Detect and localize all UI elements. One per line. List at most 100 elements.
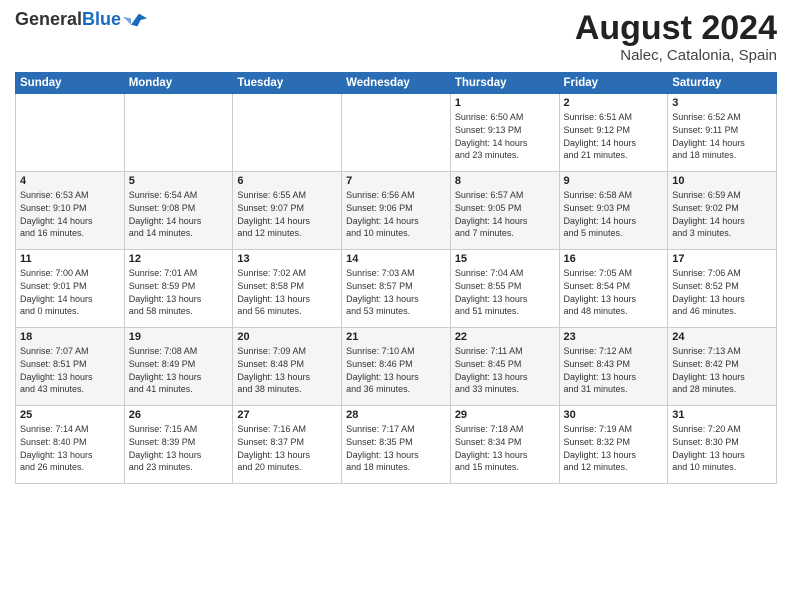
day-number: 3	[672, 97, 772, 109]
day-info: Sunrise: 6:59 AM Sunset: 9:02 PM Dayligh…	[672, 189, 772, 239]
day-number: 14	[346, 253, 446, 265]
calendar-cell: 19 Sunrise: 7:08 AM Sunset: 8:49 PM Dayli…	[124, 328, 233, 406]
calendar-cell: 3 Sunrise: 6:52 AM Sunset: 9:11 PM Daylig…	[668, 94, 777, 172]
day-info: Sunrise: 7:20 AM Sunset: 8:30 PM Dayligh…	[672, 423, 772, 473]
day-info: Sunrise: 7:15 AM Sunset: 8:39 PM Dayligh…	[129, 423, 229, 473]
calendar-cell: 14 Sunrise: 7:03 AM Sunset: 8:57 PM Dayli…	[342, 250, 451, 328]
logo-general-text: General	[15, 9, 82, 29]
calendar-cell: 12 Sunrise: 7:01 AM Sunset: 8:59 PM Dayli…	[124, 250, 233, 328]
day-number: 19	[129, 331, 229, 343]
day-number: 16	[564, 253, 664, 265]
day-info: Sunrise: 6:52 AM Sunset: 9:11 PM Dayligh…	[672, 111, 772, 161]
logo-bird-icon	[123, 10, 147, 30]
header-row: SundayMondayTuesdayWednesdayThursdayFrid…	[16, 73, 777, 94]
calendar-cell	[342, 94, 451, 172]
day-number: 13	[237, 253, 337, 265]
day-number: 21	[346, 331, 446, 343]
day-number: 28	[346, 409, 446, 421]
calendar-cell: 29 Sunrise: 7:18 AM Sunset: 8:34 PM Dayli…	[450, 406, 559, 484]
calendar-cell: 4 Sunrise: 6:53 AM Sunset: 9:10 PM Daylig…	[16, 172, 125, 250]
calendar-cell: 10 Sunrise: 6:59 AM Sunset: 9:02 PM Dayli…	[668, 172, 777, 250]
calendar-page: GeneralBlue August 2024 Nalec, Catalonia…	[0, 0, 792, 612]
calendar-table: SundayMondayTuesdayWednesdayThursdayFrid…	[15, 72, 777, 484]
day-info: Sunrise: 7:13 AM Sunset: 8:42 PM Dayligh…	[672, 345, 772, 395]
day-info: Sunrise: 7:01 AM Sunset: 8:59 PM Dayligh…	[129, 267, 229, 317]
day-number: 1	[455, 97, 555, 109]
calendar-cell: 2 Sunrise: 6:51 AM Sunset: 9:12 PM Daylig…	[559, 94, 668, 172]
day-number: 31	[672, 409, 772, 421]
calendar-cell: 21 Sunrise: 7:10 AM Sunset: 8:46 PM Dayli…	[342, 328, 451, 406]
calendar-cell: 23 Sunrise: 7:12 AM Sunset: 8:43 PM Dayli…	[559, 328, 668, 406]
day-header-tuesday: Tuesday	[233, 73, 342, 94]
calendar-cell: 8Sunrise: 6:57 AM Sunset: 9:05 PM Daylig…	[450, 172, 559, 250]
day-info: Sunrise: 7:11 AM Sunset: 8:45 PM Dayligh…	[455, 345, 555, 395]
day-number: 23	[564, 331, 664, 343]
day-info: Sunrise: 7:18 AM Sunset: 8:34 PM Dayligh…	[455, 423, 555, 473]
day-header-sunday: Sunday	[16, 73, 125, 94]
day-info: Sunrise: 7:05 AM Sunset: 8:54 PM Dayligh…	[564, 267, 664, 317]
day-info: Sunrise: 7:09 AM Sunset: 8:48 PM Dayligh…	[237, 345, 337, 395]
day-number: 29	[455, 409, 555, 421]
day-info: Sunrise: 7:17 AM Sunset: 8:35 PM Dayligh…	[346, 423, 446, 473]
day-number: 24	[672, 331, 772, 343]
title-block: August 2024 Nalec, Catalonia, Spain	[575, 10, 777, 64]
calendar-cell: 13Sunrise: 7:02 AM Sunset: 8:58 PM Dayli…	[233, 250, 342, 328]
calendar-cell: 22Sunrise: 7:11 AM Sunset: 8:45 PM Dayli…	[450, 328, 559, 406]
day-info: Sunrise: 6:57 AM Sunset: 9:05 PM Dayligh…	[455, 189, 555, 239]
day-info: Sunrise: 7:19 AM Sunset: 8:32 PM Dayligh…	[564, 423, 664, 473]
day-header-wednesday: Wednesday	[342, 73, 451, 94]
calendar-cell	[233, 94, 342, 172]
day-number: 6	[237, 175, 337, 187]
day-number: 12	[129, 253, 229, 265]
day-info: Sunrise: 7:08 AM Sunset: 8:49 PM Dayligh…	[129, 345, 229, 395]
day-number: 26	[129, 409, 229, 421]
day-info: Sunrise: 7:04 AM Sunset: 8:55 PM Dayligh…	[455, 267, 555, 317]
day-info: Sunrise: 6:53 AM Sunset: 9:10 PM Dayligh…	[20, 189, 120, 239]
day-number: 27	[237, 409, 337, 421]
location-title: Nalec, Catalonia, Spain	[575, 47, 777, 64]
day-info: Sunrise: 7:03 AM Sunset: 8:57 PM Dayligh…	[346, 267, 446, 317]
day-number: 4	[20, 175, 120, 187]
calendar-cell: 30 Sunrise: 7:19 AM Sunset: 8:32 PM Dayli…	[559, 406, 668, 484]
calendar-cell: 27 Sunrise: 7:16 AM Sunset: 8:37 PM Dayli…	[233, 406, 342, 484]
day-info: Sunrise: 7:00 AM Sunset: 9:01 PM Dayligh…	[20, 267, 120, 317]
day-info: Sunrise: 6:55 AM Sunset: 9:07 PM Dayligh…	[237, 189, 337, 239]
calendar-cell: 6 Sunrise: 6:55 AM Sunset: 9:07 PM Daylig…	[233, 172, 342, 250]
day-info: Sunrise: 6:51 AM Sunset: 9:12 PM Dayligh…	[564, 111, 664, 161]
calendar-cell: 17 Sunrise: 7:06 AM Sunset: 8:52 PM Dayli…	[668, 250, 777, 328]
day-number: 30	[564, 409, 664, 421]
day-info: Sunrise: 7:16 AM Sunset: 8:37 PM Dayligh…	[237, 423, 337, 473]
logo: GeneralBlue	[15, 10, 147, 30]
day-number: 10	[672, 175, 772, 187]
day-number: 25	[20, 409, 120, 421]
day-number: 15	[455, 253, 555, 265]
calendar-cell: 24 Sunrise: 7:13 AM Sunset: 8:42 PM Dayli…	[668, 328, 777, 406]
day-number: 11	[20, 253, 120, 265]
week-row-4: 18Sunrise: 7:07 AM Sunset: 8:51 PM Dayli…	[16, 328, 777, 406]
logo-blue-text: Blue	[82, 9, 121, 29]
header: GeneralBlue August 2024 Nalec, Catalonia…	[15, 10, 777, 64]
week-row-1: 1Sunrise: 6:50 AM Sunset: 9:13 PM Daylig…	[16, 94, 777, 172]
calendar-cell: 28 Sunrise: 7:17 AM Sunset: 8:35 PM Dayli…	[342, 406, 451, 484]
calendar-cell: 16 Sunrise: 7:05 AM Sunset: 8:54 PM Dayli…	[559, 250, 668, 328]
day-info: Sunrise: 6:56 AM Sunset: 9:06 PM Dayligh…	[346, 189, 446, 239]
day-info: Sunrise: 6:54 AM Sunset: 9:08 PM Dayligh…	[129, 189, 229, 239]
day-info: Sunrise: 6:58 AM Sunset: 9:03 PM Dayligh…	[564, 189, 664, 239]
calendar-cell: 7Sunrise: 6:56 AM Sunset: 9:06 PM Daylig…	[342, 172, 451, 250]
day-info: Sunrise: 7:10 AM Sunset: 8:46 PM Dayligh…	[346, 345, 446, 395]
day-header-thursday: Thursday	[450, 73, 559, 94]
day-number: 17	[672, 253, 772, 265]
day-info: Sunrise: 7:07 AM Sunset: 8:51 PM Dayligh…	[20, 345, 120, 395]
calendar-cell: 5Sunrise: 6:54 AM Sunset: 9:08 PM Daylig…	[124, 172, 233, 250]
day-info: Sunrise: 7:06 AM Sunset: 8:52 PM Dayligh…	[672, 267, 772, 317]
calendar-cell: 9Sunrise: 6:58 AM Sunset: 9:03 PM Daylig…	[559, 172, 668, 250]
week-row-2: 4 Sunrise: 6:53 AM Sunset: 9:10 PM Daylig…	[16, 172, 777, 250]
day-number: 2	[564, 97, 664, 109]
day-header-friday: Friday	[559, 73, 668, 94]
day-number: 20	[237, 331, 337, 343]
day-info: Sunrise: 7:14 AM Sunset: 8:40 PM Dayligh…	[20, 423, 120, 473]
calendar-cell: 18Sunrise: 7:07 AM Sunset: 8:51 PM Dayli…	[16, 328, 125, 406]
calendar-cell	[124, 94, 233, 172]
day-header-saturday: Saturday	[668, 73, 777, 94]
day-info: Sunrise: 7:12 AM Sunset: 8:43 PM Dayligh…	[564, 345, 664, 395]
